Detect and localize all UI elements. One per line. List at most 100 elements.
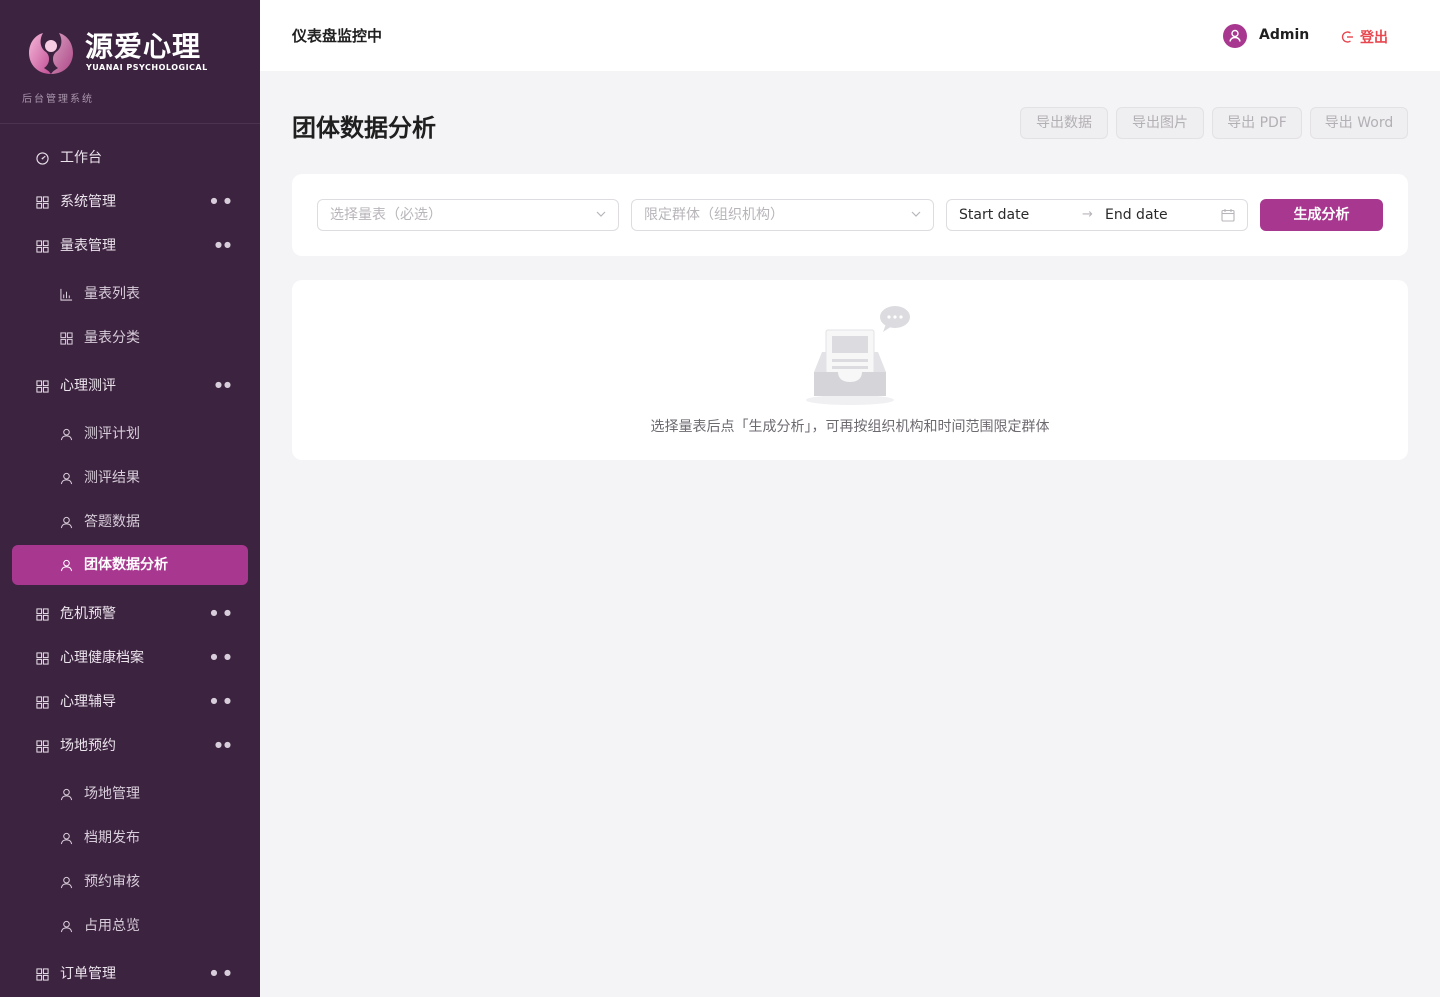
user-icon: [60, 559, 73, 572]
filter-card: 选择量表（必选） 限定群体（组织机构） Start date → End dat…: [292, 174, 1408, 256]
user-icon: [60, 876, 73, 889]
empty-state-card: 选择量表后点「生成分析」，可再按组织机构和时间范围限定群体: [292, 280, 1408, 460]
grid-icon: [36, 740, 49, 753]
header-title: 仪表盘监控中: [292, 27, 383, 45]
expand-dots-icon: ●●: [215, 380, 233, 389]
sidebar-item-crisis-alert[interactable]: 危机预警 ● ●: [12, 594, 248, 634]
sidebar-item-label: 系统管理: [60, 194, 116, 210]
sidebar-item-label: 团体数据分析: [84, 557, 168, 573]
sidebar-item-label: 心理辅导: [60, 694, 116, 710]
start-date-input[interactable]: Start date: [959, 200, 1029, 230]
grid-icon: [36, 652, 49, 665]
scale-select[interactable]: 选择量表（必选）: [317, 199, 619, 231]
grid-icon: [36, 196, 49, 209]
chevron-down-icon: [911, 211, 921, 217]
collapse-dots-icon: ● ●: [210, 968, 233, 977]
collapse-dots-icon: ● ●: [210, 608, 233, 617]
sidebar-item-counseling[interactable]: 心理辅导 ● ●: [12, 682, 248, 722]
sidebar-item-venue-booking[interactable]: 场地预约 ●●: [12, 726, 248, 766]
sidebar-item-group-analysis[interactable]: 团体数据分析: [12, 545, 248, 585]
expand-dots-icon: ●●: [215, 240, 233, 249]
sidebar-item-label: 量表管理: [60, 238, 116, 254]
sidebar-item-schedule-publish[interactable]: 档期发布: [12, 818, 248, 858]
brand: 源爱心理 YUANAI PSYCHOLOGICAL 后台管理系统: [0, 0, 260, 124]
range-arrow-icon: →: [1082, 207, 1093, 222]
chevron-down-icon: [596, 211, 606, 217]
sidebar-item-assessment[interactable]: 心理测评 ●●: [12, 366, 248, 406]
sidebar-item-label: 档期发布: [84, 830, 140, 846]
grid-icon: [60, 332, 73, 345]
sidebar-item-assessment-plan[interactable]: 测评计划: [12, 414, 248, 454]
bar-chart-icon: [60, 288, 73, 301]
dashboard-icon: [36, 152, 49, 165]
sidebar-item-label: 量表分类: [84, 330, 140, 346]
grid-icon: [36, 380, 49, 393]
sidebar: 源爱心理 YUANAI PSYCHOLOGICAL 后台管理系统 工作台 系统管…: [0, 0, 260, 997]
export-image-button[interactable]: 导出图片: [1116, 107, 1204, 139]
brand-name: 源爱心理: [85, 30, 202, 63]
export-pdf-button[interactable]: 导出 PDF: [1212, 107, 1302, 139]
brand-subtitle: YUANAI PSYCHOLOGICAL: [86, 63, 208, 72]
grid-icon: [36, 608, 49, 621]
page-title: 团体数据分析: [292, 114, 436, 142]
user-icon: [60, 428, 73, 441]
logo-icon: [29, 33, 73, 74]
collapse-dots-icon: ● ●: [210, 696, 233, 705]
end-date-input[interactable]: End date: [1105, 200, 1168, 230]
user-icon: [60, 832, 73, 845]
user-name[interactable]: Admin: [1259, 27, 1309, 43]
sidebar-item-occupancy-overview[interactable]: 占用总览: [12, 906, 248, 946]
grid-icon: [36, 696, 49, 709]
logout-icon: [1341, 31, 1353, 43]
sidebar-item-label: 量表列表: [84, 286, 140, 302]
top-header: 仪表盘监控中 Admin 登出: [260, 0, 1440, 71]
sidebar-item-label: 心理测评: [60, 378, 116, 394]
sidebar-item-health-records[interactable]: 心理健康档案 ● ●: [12, 638, 248, 678]
group-select[interactable]: 限定群体（组织机构）: [631, 199, 934, 231]
collapse-dots-icon: ● ●: [210, 196, 233, 205]
sidebar-item-label: 占用总览: [84, 918, 140, 934]
sidebar-item-scale-management[interactable]: 量表管理 ●●: [12, 226, 248, 266]
sidebar-item-system[interactable]: 系统管理 ● ●: [12, 182, 248, 222]
sidebar-item-orders[interactable]: 订单管理 ● ●: [12, 954, 248, 994]
user-icon: [60, 516, 73, 529]
sidebar-item-booking-review[interactable]: 预约审核: [12, 862, 248, 902]
sidebar-item-label: 预约审核: [84, 874, 140, 890]
export-data-button[interactable]: 导出数据: [1020, 107, 1108, 139]
sidebar-item-label: 场地管理: [84, 786, 140, 802]
user-icon: [60, 920, 73, 933]
user-icon: [60, 788, 73, 801]
sidebar-item-workbench[interactable]: 工作台: [12, 138, 248, 178]
sidebar-item-label: 心理健康档案: [60, 650, 144, 666]
date-range-picker[interactable]: Start date → End date: [946, 199, 1248, 231]
sidebar-item-label: 场地预约: [60, 738, 116, 754]
empty-state-text: 选择量表后点「生成分析」，可再按组织机构和时间范围限定群体: [650, 419, 1050, 435]
calendar-icon: [1221, 209, 1235, 222]
sidebar-item-assessment-result[interactable]: 测评结果: [12, 458, 248, 498]
logout-button[interactable]: 登出: [1340, 27, 1388, 47]
sidebar-item-label: 订单管理: [60, 966, 116, 982]
sidebar-item-scale-list[interactable]: 量表列表: [12, 274, 248, 314]
sidebar-item-venue-management[interactable]: 场地管理: [12, 774, 248, 814]
empty-inbox-icon: [806, 306, 910, 405]
sidebar-item-label: 答题数据: [84, 514, 140, 530]
sidebar-item-label: 测评计划: [84, 426, 140, 442]
collapse-dots-icon: ● ●: [210, 652, 233, 661]
user-icon: [60, 472, 73, 485]
sidebar-item-answer-data[interactable]: 答题数据: [12, 502, 248, 542]
grid-icon: [36, 240, 49, 253]
grid-icon: [36, 968, 49, 981]
system-name: 后台管理系统: [22, 94, 94, 105]
generate-analysis-button[interactable]: 生成分析: [1260, 199, 1383, 231]
sidebar-item-label: 工作台: [60, 150, 102, 166]
logout-label: 登出: [1360, 30, 1388, 46]
expand-dots-icon: ●●: [215, 740, 233, 749]
avatar[interactable]: [1223, 24, 1247, 48]
group-select-placeholder: 限定群体（组织机构）: [644, 207, 784, 223]
export-word-button[interactable]: 导出 Word: [1310, 107, 1408, 139]
sidebar-item-label: 测评结果: [84, 470, 140, 486]
user-avatar-icon: [1229, 29, 1241, 42]
scale-select-placeholder: 选择量表（必选）: [330, 207, 442, 223]
sidebar-item-label: 危机预警: [60, 606, 116, 622]
sidebar-item-scale-category[interactable]: 量表分类: [12, 318, 248, 358]
